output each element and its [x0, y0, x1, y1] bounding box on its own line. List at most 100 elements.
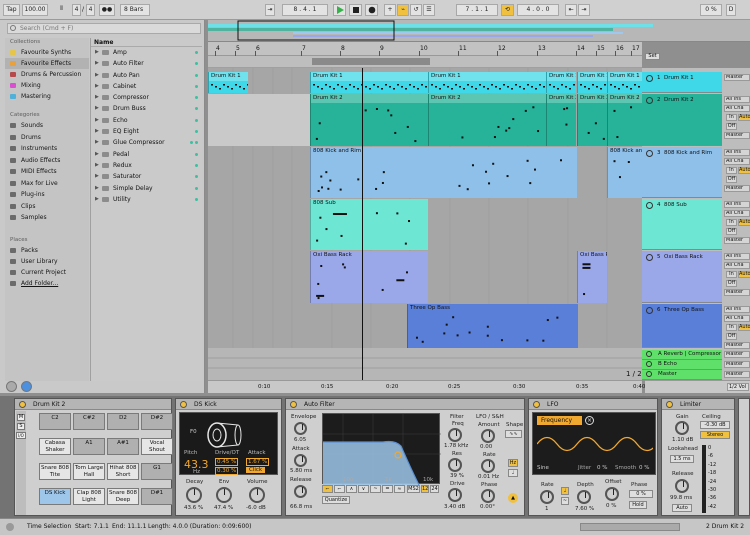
track-header[interactable]: 6 Three Op Bass [642, 304, 722, 348]
place-item[interactable]: Packs [5, 245, 89, 256]
return-output-select[interactable]: Master [724, 351, 750, 358]
rack-solo-button[interactable]: S [17, 423, 25, 430]
device-power-icon[interactable] [533, 401, 540, 408]
tempo-field[interactable]: 100.00 [22, 4, 48, 16]
filter-graph[interactable]: 100 1k 10k [322, 413, 441, 486]
monitor-in-button[interactable]: In [726, 167, 737, 174]
slope-12[interactable]: 12 [421, 485, 429, 493]
lfo-target-frequency[interactable]: Frequency [537, 416, 582, 425]
smooth-value[interactable]: 0 % [639, 465, 649, 471]
lfo-sync-icon[interactable]: ♩ [561, 487, 569, 495]
fold-track-icon[interactable] [646, 361, 652, 367]
master-volume-select[interactable]: 1/2 Vol [727, 383, 749, 391]
midi-clip[interactable]: Drum Kit 1 [546, 72, 576, 93]
expand-icon[interactable]: ▶ [95, 70, 99, 81]
drum-pad[interactable]: D#1 [141, 488, 173, 505]
device-list-item[interactable]: ▶ Drum Buss [91, 103, 202, 114]
loop-start-field[interactable]: 7 . 1 . 1 [456, 4, 498, 16]
lfo-title[interactable]: LFO [529, 399, 657, 410]
category-item[interactable]: Plug-ins [5, 189, 89, 201]
drum-pad[interactable]: Snare 808 Deep [107, 488, 139, 505]
place-item[interactable]: Current Project [5, 267, 89, 278]
lfo-hold-button[interactable]: Hold [629, 501, 647, 509]
category-item[interactable]: Samples [5, 212, 89, 224]
filter-circuit-ms2[interactable]: MS2 [407, 485, 420, 493]
track-lane[interactable]: Oxi Bass Rack Oxi Bass R [208, 251, 642, 303]
af-attack-knob[interactable] [294, 454, 307, 467]
collection-item[interactable]: Favourite Synths [5, 47, 89, 58]
track-name[interactable]: Drum Kit 1 [664, 75, 694, 81]
device-list-item[interactable]: ▶ Auto Filter [91, 58, 202, 69]
track-name[interactable]: Drum Kit 2 [664, 97, 694, 103]
attack-value[interactable]: 1.67 % [246, 458, 270, 466]
collection-item[interactable]: Favourite Effects [5, 58, 89, 69]
af-release-knob[interactable] [294, 485, 307, 498]
midi-clip[interactable]: Oxi Bass Rack [310, 251, 428, 303]
record-icon[interactable] [365, 4, 378, 16]
device-power-icon[interactable] [180, 401, 187, 408]
overdub-icon[interactable]: + [384, 4, 396, 16]
signature-numerator[interactable]: 4 [72, 4, 81, 16]
monitor-off-button[interactable]: Off [726, 333, 737, 340]
category-item[interactable]: Drums [5, 132, 89, 144]
fold-track-icon[interactable] [646, 150, 653, 157]
collection-item[interactable]: Drums & Percussion [5, 69, 89, 80]
drive-value-1[interactable]: 0.45 % [215, 458, 239, 466]
follow-icon[interactable]: ⇥ [265, 4, 275, 16]
bar-ruler[interactable]: 4 5 6 7 8 9 10 11 12 13 14 15 16 17 [208, 42, 642, 56]
drum-rack-title[interactable]: Drum Kit 2 [15, 399, 171, 410]
device-list-item[interactable]: ▶ Simple Delay [91, 183, 202, 194]
track-input-select[interactable]: Master [724, 74, 750, 81]
drum-pad[interactable]: Tom Large Hall [73, 463, 105, 480]
fold-track-icon[interactable] [646, 351, 652, 357]
filter-type-dj[interactable]: = [382, 485, 393, 493]
metronome-button[interactable]: ●● [99, 4, 115, 16]
play-icon[interactable] [333, 4, 346, 16]
stop-icon[interactable] [349, 4, 362, 16]
device-list-item[interactable]: ▶ Amp [91, 47, 202, 58]
midi-clip[interactable]: Drum Kit 2 [607, 94, 642, 146]
expand-icon[interactable]: ▶ [95, 126, 99, 137]
drum-pad[interactable]: G1 [141, 463, 173, 480]
lfo-wave-select[interactable]: Sine [537, 465, 549, 471]
track-channel-select[interactable]: All Cha [724, 262, 750, 269]
filter-type-bandpass[interactable]: ∧ [346, 485, 357, 493]
drive-knob[interactable] [448, 488, 462, 502]
monitor-off-button[interactable]: Off [726, 280, 737, 287]
track-output-select[interactable]: Master [724, 237, 750, 244]
midi-clip[interactable]: Oxi Bass R [577, 251, 607, 303]
limiter-release-knob[interactable] [675, 479, 689, 493]
lfo-rate-knob[interactable] [481, 459, 495, 473]
drum-pad[interactable]: D2 [107, 413, 139, 430]
monitor-auto-button[interactable]: Auto [738, 167, 750, 174]
track-channel-select[interactable]: All Cha [724, 315, 750, 322]
track-lane[interactable]: 808 Kick and Rim 808 Kick and [208, 147, 642, 198]
midi-clip[interactable]: Drum Kit 2 [310, 94, 428, 146]
track-lane[interactable]: Three Op Bass [208, 304, 642, 348]
collection-item[interactable]: Mixing [5, 80, 89, 91]
midi-clip[interactable]: Drum Kit 1 [607, 72, 642, 93]
device-list-item[interactable]: ▶ Auto Pan [91, 70, 202, 81]
drum-pad[interactable]: Hihat 808 Short [107, 463, 139, 480]
track-header[interactable]: 3 808 Kick and Rim [642, 147, 722, 198]
jitter-value[interactable]: 0 % [597, 465, 607, 471]
stereo-toggle[interactable]: Stereo [700, 431, 730, 439]
drum-pad[interactable]: A1 [73, 438, 105, 455]
expand-icon[interactable]: ▶ [95, 183, 99, 194]
monitor-in-button[interactable]: In [726, 271, 737, 278]
ceiling-value[interactable]: -0.30 dB [700, 421, 730, 429]
return-track-header[interactable]: B Echo [642, 360, 722, 370]
status-toggle-icon[interactable] [6, 523, 14, 531]
track-lane[interactable]: Drum Kit 1 Drum Kit 1 Drum Kit 1 Drum Kit 1… [208, 72, 642, 93]
track-header[interactable]: 2 Drum Kit 2 [642, 94, 722, 146]
filter-type-lowpass[interactable]: ⌐ [322, 485, 333, 493]
loop-switch-icon[interactable]: ⟲ [501, 4, 514, 16]
loop-brace[interactable] [208, 56, 642, 68]
auto-release-toggle[interactable]: Auto [672, 504, 692, 512]
category-item[interactable]: Max for Live [5, 178, 89, 190]
track-header[interactable]: 4 808 Sub [642, 199, 722, 250]
lfo-phase-knob[interactable] [481, 489, 495, 503]
midi-clip[interactable]: 808 Sub [310, 199, 428, 250]
return-output-select[interactable]: Master [724, 371, 750, 378]
track-lane[interactable]: 808 Sub [208, 199, 642, 250]
